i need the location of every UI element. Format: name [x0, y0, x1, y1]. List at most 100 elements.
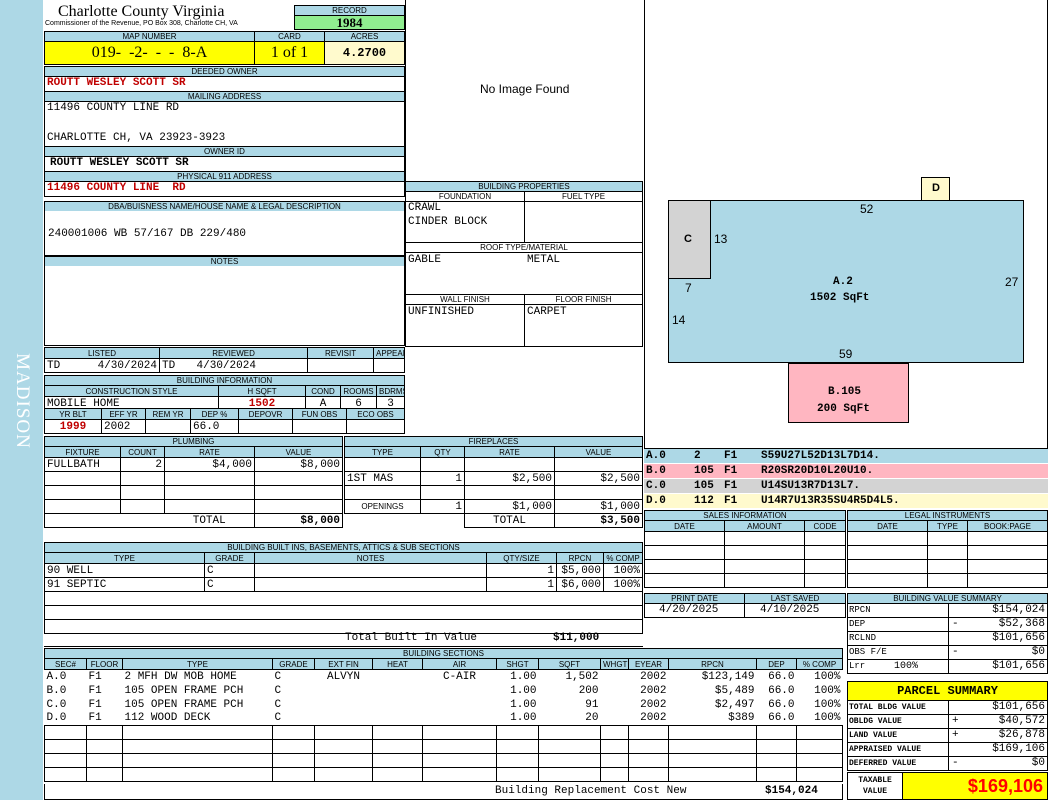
- sketch-code-sec: C.0: [646, 480, 666, 492]
- sketch-code-path: S59U27L52D13L7D14.: [761, 450, 880, 462]
- sketch-code-code: 2: [694, 450, 701, 462]
- parcel-summary-title: PARCEL SUMMARY: [847, 681, 1048, 701]
- section-cell: $5,489: [714, 684, 755, 697]
- mailing-address-label: MAILING ADDRESS: [44, 91, 405, 102]
- value-summary-label: RCLND: [849, 633, 877, 643]
- section-cell: C.0: [46, 698, 67, 711]
- builtin-notes-header: NOTES: [254, 552, 487, 564]
- section-cell: C-AIR: [442, 670, 476, 683]
- fireplace-total: $3,500: [554, 513, 643, 528]
- sketch-code-floor: F1: [724, 450, 738, 462]
- parcel-summary-label: LAND VALUE: [849, 731, 898, 740]
- map-number: 019- -2- - - 8-A: [44, 41, 255, 65]
- sales-table: DATE AMOUNT CODE: [644, 520, 846, 588]
- sketch-code-row: B.0 105 F1 R20SR20D10L20U10.: [644, 464, 1048, 479]
- sketch-codes-list: A.0 2 F1 S59U27L52D13L7D14. B.0 105 F1 R20SR20D…: [644, 449, 1048, 509]
- section-header: HEAT: [372, 658, 423, 670]
- section-cell: 20: [585, 712, 599, 725]
- fireplace-value: $2,500: [554, 471, 643, 486]
- section-row: A.0 F1 2 MFH DW MOB HOME C ALVYN C-AIR 1.00 1,5…: [45, 670, 843, 684]
- section-header: EYEAR: [628, 658, 669, 670]
- section-cell: C: [274, 670, 282, 683]
- built-ins-table: TYPE GRADE NOTES QTY/SIZE RPCN% COMP 90 WELL…: [44, 552, 643, 634]
- physical-address-label: PHYSICAL 911 ADDRESS: [44, 171, 405, 182]
- sketch-code-path: U14R7U13R35SU4R5D4L5.: [761, 495, 900, 507]
- value-summary-label: RPCN: [849, 605, 871, 615]
- section-cell: F1: [88, 712, 102, 725]
- sketch-c-label: C: [684, 233, 692, 245]
- section-cell: [373, 698, 423, 712]
- appeals-label: APPEALS: [373, 347, 405, 359]
- dep-label: DEP %: [190, 408, 239, 420]
- section-cell: D.0: [46, 712, 67, 725]
- district-name: MADISON: [12, 353, 33, 449]
- listing-table: LISTEDREVIEWEDREVISITAPPEALS TD4/30/2024…: [43, 347, 405, 373]
- acres-value: 4.2700: [324, 41, 405, 65]
- sketch-code-sec: A.0: [646, 450, 666, 462]
- foundation-2: CINDER BLOCK: [408, 216, 488, 228]
- builtin-qty-header: QTY/SIZE: [486, 552, 557, 564]
- section-header: EXT FIN: [314, 658, 373, 670]
- remyr-label: REM YR: [145, 408, 191, 420]
- openings-qty: 1: [420, 499, 465, 514]
- section-cell: 1.00: [510, 698, 537, 711]
- sketch-code-sec: B.0: [646, 465, 666, 477]
- plumbing-value-header: VALUE: [254, 446, 343, 458]
- value-summary-sign: -: [952, 646, 959, 658]
- sketch-code-row: C.0 105 F1 U14SU13R7D13L7.: [644, 479, 1048, 494]
- parcel-summary-value: $101,656: [992, 701, 1045, 713]
- section-cell: 100%: [814, 712, 841, 725]
- parcel-summary-table: TOTAL BLDG VALUE $101,656 OBLDG VALUE + $40,…: [847, 700, 1048, 772]
- sales-date-header: DATE: [644, 520, 725, 532]
- section-cell: C: [274, 712, 282, 725]
- section-row: [44, 739, 843, 754]
- fireplaces-table: TYPE QTY RATE VALUE 1ST MAS 1 $2,500 $2,500 OP…: [344, 446, 643, 528]
- parcel-summary-sign: -: [952, 757, 959, 769]
- deeded-owner: ROUTT WESLEY SCOTT SR: [47, 77, 186, 89]
- section-cell: 112 WOOD DECK: [124, 712, 211, 725]
- section-cell: 66.0: [768, 670, 795, 683]
- section-row: [44, 725, 843, 740]
- section-cell: 66.0: [768, 712, 795, 725]
- value-summary-value: $0: [1031, 646, 1045, 658]
- ecoobs-label: ECO OBS: [346, 408, 405, 420]
- no-image-text: No Image Found: [480, 82, 570, 96]
- section-cell: [315, 684, 373, 698]
- mailing-line-2: CHARLOTTE CH, VA 23923-3923: [47, 132, 226, 144]
- sketch-code-row: D.0 112 F1 U14R7U13R35SU4R5D4L5.: [644, 494, 1048, 509]
- sketch-code-row: A.0 2 F1 S59U27L52D13L7D14.: [644, 449, 1048, 464]
- deeded-owner-label: DEEDED OWNER: [44, 66, 405, 77]
- building-sections-table: SEC# FLOOR TYPE GRADE EXT FIN HEAT AIR SHGT SQFT…: [44, 658, 843, 782]
- revisit-label: REVISIT: [307, 347, 375, 359]
- plumbing-total: $8,000: [254, 513, 343, 528]
- section-cell: C: [274, 684, 282, 697]
- owner-id-label: OWNER ID: [44, 146, 405, 157]
- section-cell: 100%: [814, 698, 841, 711]
- section-cell: 2002: [640, 684, 667, 697]
- section-cell: 105 OPEN FRAME PCH: [124, 698, 244, 711]
- section-header: AIR: [422, 658, 497, 670]
- fireplace-total-label: TOTAL: [464, 513, 555, 528]
- value-summary-row: RCLND $101,656: [847, 631, 1048, 646]
- section-cell: [373, 684, 423, 698]
- parcel-summary-row: APPRAISED VALUE $169,106: [847, 742, 1048, 757]
- section-cell: A.0: [46, 670, 67, 683]
- openings-label: OPENINGS: [344, 499, 421, 514]
- value-summary-label: OBS F/E: [849, 647, 887, 657]
- mailing-line-1: 11496 COUNTY LINE RD: [47, 102, 180, 114]
- rooms-label: ROOMS: [340, 385, 377, 397]
- section-cell: [423, 684, 497, 698]
- sketch-code-code: 105: [694, 480, 714, 492]
- legal-book-header: BOOK:PAGE: [967, 520, 1048, 532]
- cond-label: COND: [305, 385, 341, 397]
- listed-label: LISTED: [43, 347, 161, 359]
- parcel-summary-row: DEFERRED VALUE - $0: [847, 756, 1048, 771]
- value-summary-label: DEP: [849, 619, 866, 629]
- sketch-main-area: 1502 SqFt: [810, 292, 870, 304]
- plumbing-fixture-header: FIXTURE: [44, 446, 121, 458]
- plumbing-total-label: TOTAL: [164, 513, 255, 528]
- section-row: B.0 F1 105 OPEN FRAME PCH C 1.00 200 2002 $5,48…: [45, 684, 843, 698]
- section-cell: ALVYN: [326, 670, 360, 683]
- sketch-b-label: B.105: [828, 386, 862, 398]
- legal-type-header: TYPE: [927, 520, 968, 532]
